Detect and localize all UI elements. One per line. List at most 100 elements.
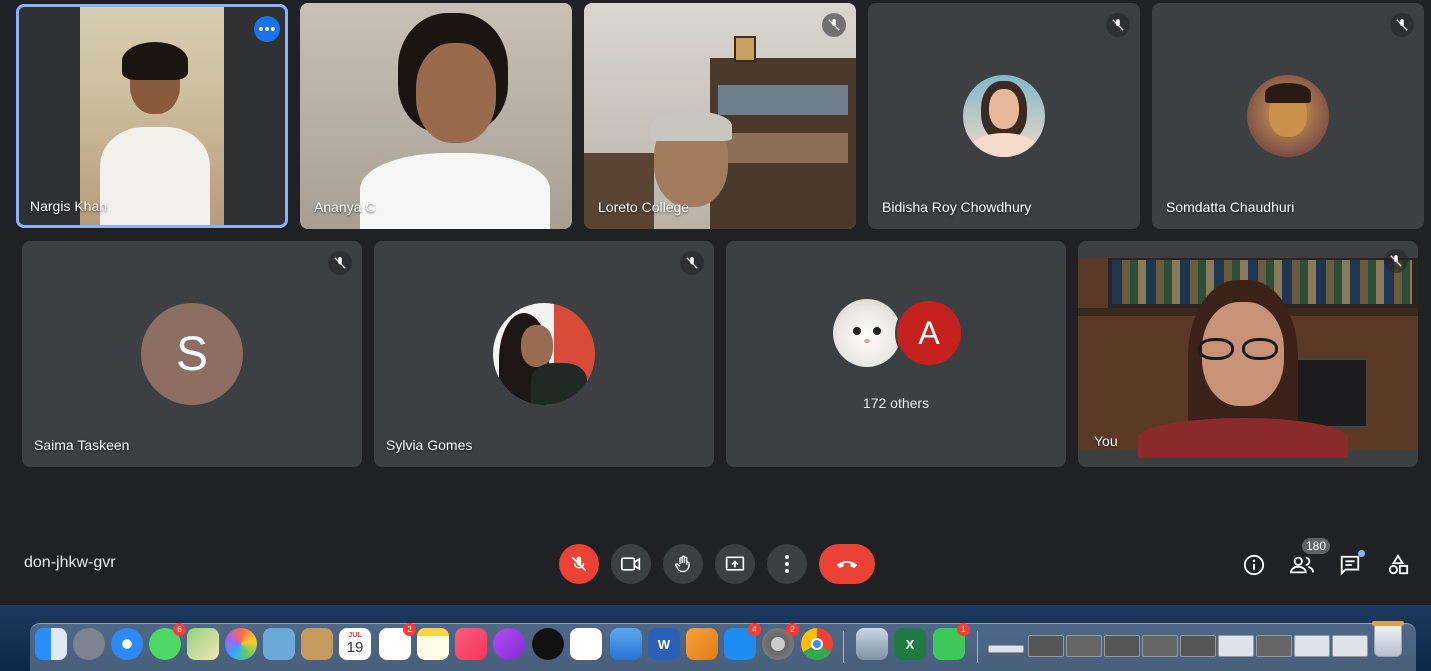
- image-capture-icon[interactable]: [856, 628, 888, 660]
- participant-name: Somdatta Chaudhuri: [1166, 199, 1295, 215]
- participant-tile-loreto-college[interactable]: Loreto College: [584, 3, 856, 229]
- facetime-icon[interactable]: 1: [933, 623, 970, 660]
- video-feed: [80, 7, 224, 225]
- raise-hand-button[interactable]: [663, 544, 703, 584]
- podcasts-icon[interactable]: [493, 628, 525, 660]
- present-icon: [725, 556, 745, 571]
- mic-off-icon: [571, 556, 587, 572]
- excel-icon[interactable]: X: [894, 628, 926, 660]
- video-feed: [584, 3, 856, 229]
- participant-tile-somdatta-chaudhuri[interactable]: Somdatta Chaudhuri: [1152, 3, 1424, 229]
- calendar-icon[interactable]: JUL 19: [339, 628, 371, 660]
- participant-name: Nargis Khan: [30, 198, 108, 214]
- others-tile[interactable]: A 172 others: [726, 241, 1066, 467]
- facetime-badge: 1: [957, 623, 970, 636]
- mic-off-icon: [1384, 249, 1408, 273]
- app-store-icon[interactable]: 4: [724, 623, 761, 660]
- mic-off-icon: [1390, 13, 1414, 37]
- meet-window: Nargis Khan Ananya C Loreto College Bidi…: [0, 0, 1431, 605]
- video-feed: [300, 3, 572, 229]
- minimized-window-thumbnail[interactable]: [1066, 635, 1102, 657]
- more-options-icon[interactable]: [254, 16, 280, 42]
- app-store-badge: 4: [748, 623, 761, 636]
- minimized-window-thumbnail[interactable]: [988, 645, 1024, 653]
- hangup-icon: [837, 561, 857, 568]
- present-screen-button[interactable]: [715, 544, 755, 584]
- minimized-window-thumbnail[interactable]: [1218, 635, 1254, 657]
- word-icon[interactable]: W: [648, 628, 680, 660]
- activities-button[interactable]: [1385, 552, 1411, 578]
- pages-icon[interactable]: [686, 628, 718, 660]
- participant-tile-bidisha-roy-chowdhury[interactable]: Bidisha Roy Chowdhury: [868, 3, 1140, 229]
- minimized-window-thumbnail[interactable]: [1028, 635, 1064, 657]
- minimized-window-thumbnail[interactable]: [1332, 635, 1368, 657]
- participant-name: Ananya C: [314, 199, 376, 215]
- minimized-window-thumbnail[interactable]: [1256, 635, 1292, 657]
- chat-notification-dot: [1358, 550, 1365, 557]
- notes-icon[interactable]: [417, 628, 449, 660]
- others-count: 172 others: [862, 395, 930, 411]
- system-preferences-badge: 2: [786, 623, 799, 636]
- initial-avatar: A: [895, 299, 963, 367]
- participant-tile-ananya-c[interactable]: Ananya C: [300, 3, 572, 229]
- dock-separator: [843, 631, 844, 663]
- numbers-icon[interactable]: [570, 628, 602, 660]
- chrome-icon[interactable]: [801, 628, 833, 660]
- minimized-window-thumbnail[interactable]: [1104, 635, 1140, 657]
- trash-icon[interactable]: [1372, 619, 1404, 659]
- participant-tile-you[interactable]: You: [1078, 241, 1418, 467]
- profile-photo: [1247, 75, 1329, 157]
- minimized-window-thumbnail[interactable]: [1142, 635, 1178, 657]
- keynote-icon[interactable]: [610, 628, 642, 660]
- self-video-feed: [1078, 258, 1418, 458]
- preview-icon[interactable]: [263, 628, 295, 660]
- participant-name: Bidisha Roy Chowdhury: [882, 199, 1032, 215]
- shapes-icon: [1388, 554, 1409, 575]
- apple-tv-icon[interactable]: [532, 628, 564, 660]
- system-preferences-icon[interactable]: 2: [762, 623, 799, 660]
- messages-icon[interactable]: 6: [149, 623, 186, 660]
- chat-button[interactable]: [1337, 550, 1365, 578]
- meeting-details-button[interactable]: [1241, 552, 1267, 578]
- music-icon[interactable]: [455, 628, 487, 660]
- photos-icon[interactable]: [225, 628, 257, 660]
- maps-icon[interactable]: [187, 628, 219, 660]
- camera-icon: [621, 557, 641, 571]
- mic-off-icon: [1106, 13, 1130, 37]
- calendar-month: JUL: [348, 632, 362, 639]
- participant-name: Sylvia Gomes: [386, 437, 473, 453]
- meeting-code: don-jhkw-gvr: [24, 554, 116, 571]
- people-count-badge: 180: [1302, 538, 1331, 554]
- minimized-window-thumbnail[interactable]: [1294, 635, 1330, 657]
- leave-call-button[interactable]: [819, 544, 875, 584]
- control-bar: don-jhkw-gvr 180: [0, 528, 1431, 602]
- reminders-icon[interactable]: 2: [379, 623, 416, 660]
- more-vert-icon: [785, 555, 789, 573]
- avatar-initial: A: [918, 314, 940, 351]
- participant-tile-sylvia-gomes[interactable]: Sylvia Gomes: [374, 241, 714, 467]
- participant-tile-saima-taskeen[interactable]: S Saima Taskeen: [22, 241, 362, 467]
- mic-off-icon: [680, 251, 704, 275]
- mic-off-icon: [822, 13, 846, 37]
- mic-toggle-button[interactable]: [559, 544, 599, 584]
- profile-photo: [493, 303, 595, 405]
- participant-name: Loreto College: [598, 199, 690, 215]
- reminders-badge: 2: [403, 623, 416, 636]
- launchpad-icon[interactable]: [73, 628, 105, 660]
- safari-icon[interactable]: [111, 628, 143, 660]
- info-icon: [1243, 554, 1265, 576]
- camera-toggle-button[interactable]: [611, 544, 651, 584]
- people-button[interactable]: 180: [1289, 538, 1331, 578]
- calendar-day: 19: [346, 639, 364, 656]
- dock-separator: [977, 631, 978, 663]
- minimized-window-thumbnail[interactable]: [1180, 635, 1216, 657]
- contacts-icon[interactable]: [301, 628, 333, 660]
- chat-icon: [1340, 555, 1360, 576]
- initial-avatar: S: [141, 303, 243, 405]
- finder-icon[interactable]: [35, 628, 67, 660]
- messages-badge: 6: [173, 623, 186, 636]
- more-options-button[interactable]: [767, 544, 807, 584]
- participant-tile-nargis-khan[interactable]: Nargis Khan: [16, 4, 288, 228]
- participant-name: You: [1094, 433, 1118, 449]
- hand-icon: [675, 555, 690, 573]
